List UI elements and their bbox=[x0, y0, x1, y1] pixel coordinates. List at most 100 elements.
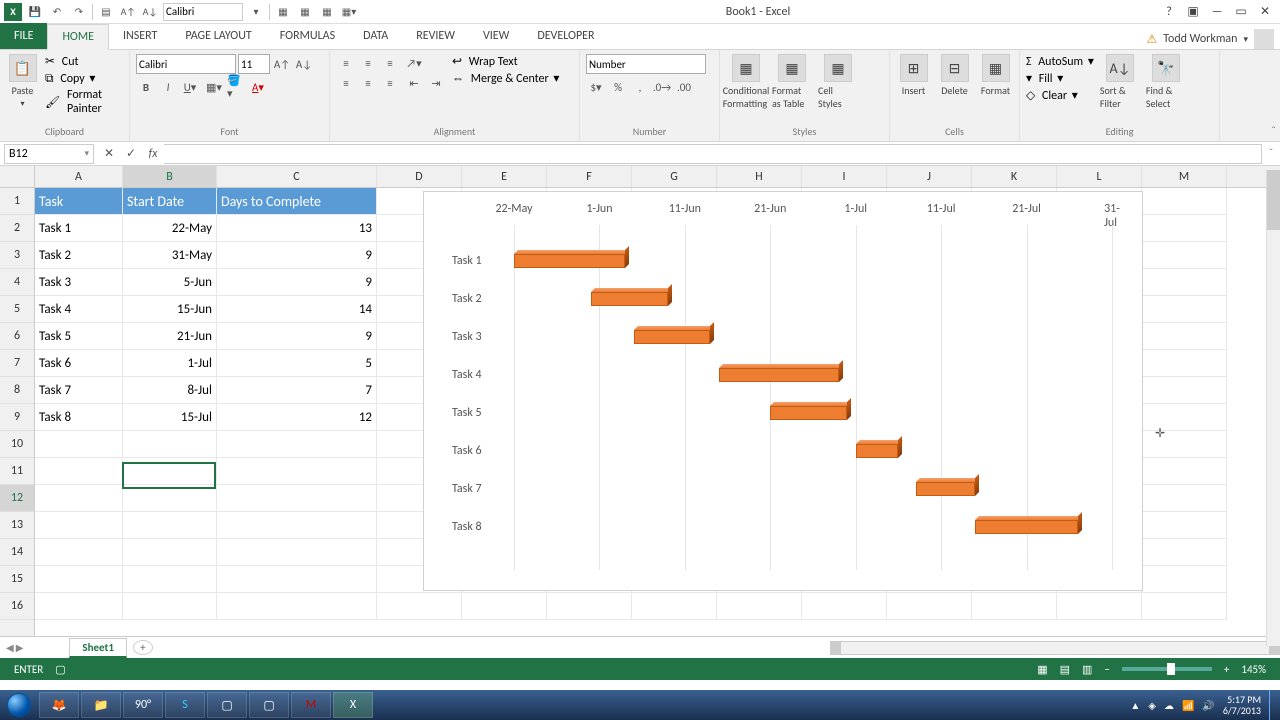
zoom-out-button[interactable]: − bbox=[1098, 663, 1115, 676]
cell-A15[interactable] bbox=[35, 566, 123, 593]
cell-B11[interactable] bbox=[123, 458, 217, 485]
zoom-level[interactable]: 145% bbox=[1235, 663, 1272, 676]
chart-bar[interactable] bbox=[719, 368, 839, 382]
show-desktop-button[interactable] bbox=[1269, 690, 1276, 720]
col-header-A[interactable]: A bbox=[35, 166, 123, 187]
view-layout-icon[interactable]: ▤ bbox=[1054, 663, 1076, 676]
align-mid-icon[interactable]: ≡ bbox=[358, 54, 378, 72]
row-header-15[interactable]: 15 bbox=[0, 566, 34, 593]
cell-D16[interactable] bbox=[377, 593, 462, 620]
cell-A6[interactable]: Task 5 bbox=[35, 323, 123, 350]
cancel-icon[interactable]: ✕ bbox=[98, 146, 120, 161]
align-right-icon[interactable]: ≡ bbox=[380, 74, 400, 92]
cell-B1[interactable]: Start Date bbox=[123, 188, 217, 215]
cell-M11[interactable] bbox=[1142, 458, 1227, 485]
save-icon[interactable]: 💾 bbox=[26, 3, 44, 21]
fill-button[interactable]: ▾ Fill ▾ bbox=[1026, 71, 1094, 86]
cell-A9[interactable]: Task 8 bbox=[35, 404, 123, 431]
new-icon[interactable]: ▤ bbox=[97, 3, 115, 21]
cell-I16[interactable] bbox=[802, 593, 887, 620]
cell-A8[interactable]: Task 7 bbox=[35, 377, 123, 404]
comma-icon[interactable]: , bbox=[630, 78, 650, 96]
font-size-combo[interactable] bbox=[238, 54, 270, 74]
macro-record-icon[interactable]: ▢ bbox=[49, 663, 71, 676]
bold-button[interactable]: B bbox=[136, 78, 156, 96]
cell-M2[interactable] bbox=[1142, 215, 1227, 242]
zoom-out-icon[interactable]: A↓ bbox=[141, 3, 159, 21]
currency-icon[interactable]: $▾ bbox=[586, 78, 606, 96]
view-break-icon[interactable]: ▥ bbox=[1076, 663, 1098, 676]
enter-icon[interactable]: ✓ bbox=[120, 146, 142, 161]
fill-color-button[interactable]: 🪣▾ bbox=[226, 78, 246, 96]
cell-B9[interactable]: 15-Jul bbox=[123, 404, 217, 431]
tab-formulas[interactable]: FORMULAS bbox=[266, 23, 349, 49]
formula-input[interactable] bbox=[164, 144, 1262, 164]
cell-A3[interactable]: Task 2 bbox=[35, 242, 123, 269]
cell-C16[interactable] bbox=[217, 593, 377, 620]
cell-M16[interactable] bbox=[1142, 593, 1227, 620]
qat-more-icon[interactable]: ▾ bbox=[247, 3, 265, 21]
zoom-in-button[interactable]: + bbox=[1218, 663, 1235, 676]
align-bot-icon[interactable]: ≡ bbox=[380, 54, 400, 72]
cell-M14[interactable] bbox=[1142, 539, 1227, 566]
col-header-H[interactable]: H bbox=[717, 166, 802, 187]
cell-M4[interactable] bbox=[1142, 269, 1227, 296]
system-tray[interactable]: ▲ ◈ ☁ 📶 🔊 5:17 PM6/7/2013 bbox=[1126, 690, 1280, 720]
tray-vol-icon[interactable]: 🔊 bbox=[1202, 699, 1214, 712]
tab-pagelayout[interactable]: PAGE LAYOUT bbox=[171, 23, 265, 49]
start-button[interactable] bbox=[0, 690, 38, 720]
column-headers[interactable]: ABCDEFGHIJKLM bbox=[35, 166, 1280, 188]
qat-btn-3[interactable]: ▦ bbox=[318, 3, 336, 21]
cell-M6[interactable] bbox=[1142, 323, 1227, 350]
close-icon[interactable]: ✕ bbox=[1256, 4, 1274, 19]
cell-C7[interactable]: 5 bbox=[217, 350, 377, 377]
cell-A12[interactable] bbox=[35, 485, 123, 512]
row-header-16[interactable]: 16 bbox=[0, 593, 34, 620]
tab-data[interactable]: DATA bbox=[349, 23, 402, 49]
chart-bar[interactable] bbox=[975, 520, 1078, 534]
format-table-button[interactable]: ▦Format as Table bbox=[772, 54, 812, 110]
cell-B2[interactable]: 22-May bbox=[123, 215, 217, 242]
cell-C9[interactable]: 12 bbox=[217, 404, 377, 431]
format-painter-button[interactable]: 🖌 Format Painter bbox=[45, 88, 123, 116]
row-header-9[interactable]: 9 bbox=[0, 404, 34, 431]
indent-dec-icon[interactable]: ⇤ bbox=[404, 74, 424, 92]
find-select-button[interactable]: 🔭Find & Select bbox=[1146, 54, 1186, 110]
row-header-13[interactable]: 13 bbox=[0, 512, 34, 539]
font-color-button[interactable]: A▾ bbox=[248, 78, 268, 96]
row-header-11[interactable]: 11 bbox=[0, 458, 34, 485]
merge-center-button[interactable]: ⇔ Merge & Center ▾ bbox=[452, 71, 559, 86]
zoom-in-icon[interactable]: A↑ bbox=[119, 3, 137, 21]
cell-H16[interactable] bbox=[717, 593, 802, 620]
cell-C6[interactable]: 9 bbox=[217, 323, 377, 350]
view-normal-icon[interactable]: ▦ bbox=[1031, 663, 1053, 676]
indent-inc-icon[interactable]: ⇥ bbox=[426, 74, 446, 92]
orientation-icon[interactable]: ↗▾ bbox=[404, 54, 424, 72]
redo-icon[interactable]: ↷ bbox=[70, 3, 88, 21]
cell-B3[interactable]: 31-May bbox=[123, 242, 217, 269]
collapse-ribbon-icon[interactable]: ˆ bbox=[1271, 125, 1276, 139]
row-header-1[interactable]: 1 bbox=[0, 188, 34, 215]
gantt-chart[interactable]: 22-May1-Jun11-Jun21-Jun1-Jul11-Jul21-Jul… bbox=[423, 191, 1143, 591]
row-header-6[interactable]: 6 bbox=[0, 323, 34, 350]
dec-dec-icon[interactable]: .00 bbox=[674, 78, 694, 96]
cell-F16[interactable] bbox=[547, 593, 632, 620]
copy-button[interactable]: ⧉ Copy ▾ bbox=[45, 71, 123, 86]
align-top-icon[interactable]: ≡ bbox=[336, 54, 356, 72]
chart-bar[interactable] bbox=[591, 292, 668, 306]
tab-file[interactable]: FILE bbox=[0, 23, 47, 49]
cell-C8[interactable]: 7 bbox=[217, 377, 377, 404]
row-header-12[interactable]: 12 bbox=[0, 485, 34, 512]
taskbar-app1-icon[interactable]: ▢ bbox=[207, 692, 247, 718]
zoom-slider[interactable] bbox=[1122, 667, 1212, 671]
col-header-E[interactable]: E bbox=[462, 166, 547, 187]
user-box[interactable]: ⚠ Todd Workman ▾ bbox=[1140, 29, 1280, 49]
col-header-L[interactable]: L bbox=[1057, 166, 1142, 187]
col-header-F[interactable]: F bbox=[547, 166, 632, 187]
taskbar-excel-icon[interactable]: X bbox=[333, 692, 373, 718]
cell-M13[interactable] bbox=[1142, 512, 1227, 539]
col-header-K[interactable]: K bbox=[972, 166, 1057, 187]
cell-C2[interactable]: 13 bbox=[217, 215, 377, 242]
qat-btn-2[interactable]: ▦ bbox=[296, 3, 314, 21]
cell-B15[interactable] bbox=[123, 566, 217, 593]
